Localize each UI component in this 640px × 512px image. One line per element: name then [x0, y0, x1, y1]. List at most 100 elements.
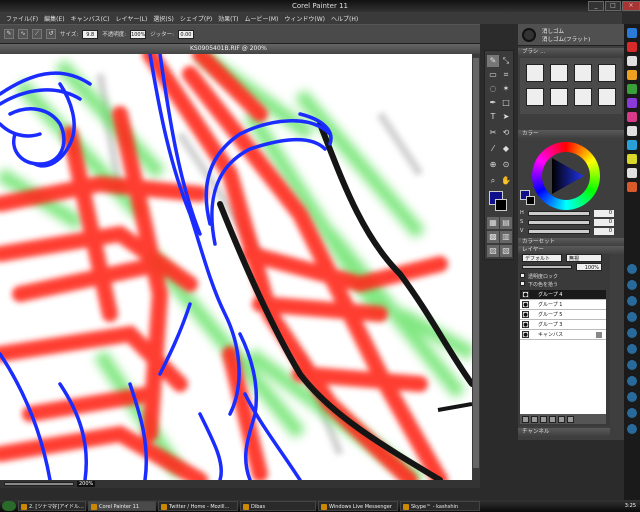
gadget-icon[interactable] — [627, 344, 637, 354]
color-panel-secondary-swatch[interactable] — [526, 196, 535, 205]
menu-window[interactable]: ウィンドウ(W) — [282, 14, 327, 23]
gadget-icon[interactable] — [627, 126, 637, 136]
hue-slider-track[interactable] — [528, 211, 590, 216]
gadget-icon[interactable] — [627, 140, 637, 150]
taskbar-item[interactable]: Windows Live Messenger — [318, 501, 398, 511]
stamp-icon[interactable]: ⊙ — [500, 159, 512, 171]
hue-value[interactable]: 0 — [594, 210, 614, 217]
secondary-color-swatch[interactable] — [495, 199, 507, 211]
layer-options-icon[interactable] — [522, 415, 529, 423]
gadget-icon[interactable] — [627, 28, 637, 38]
rectangle-tool-icon[interactable]: □ — [500, 97, 512, 109]
gadget-icon[interactable] — [627, 154, 637, 164]
nozzle-selector-icon[interactable]: ▧ — [500, 245, 512, 257]
layer-row-group-4[interactable]: ● グループ 4 — [520, 290, 606, 300]
pick-up-color-option[interactable]: 下の色を拾う — [520, 281, 608, 290]
group-layers-icon[interactable] — [549, 415, 556, 423]
maximize-button[interactable]: □ — [605, 1, 621, 11]
taskbar-item[interactable]: Skype™ - kashshin — [400, 501, 480, 511]
value-slider-track[interactable] — [528, 229, 590, 234]
color-panel-header[interactable]: カラー — [518, 130, 624, 138]
dropper-tool-button[interactable]: ⤡ — [500, 55, 512, 67]
start-button[interactable] — [2, 501, 16, 511]
taskbar-clock[interactable]: 3:25 — [625, 500, 636, 512]
gadget-icon[interactable] — [627, 376, 637, 386]
look-selector-icon[interactable]: ▨ — [487, 245, 499, 257]
gadget-icon[interactable] — [627, 424, 637, 434]
crop-tool-icon[interactable]: ⌗ — [500, 69, 512, 81]
composite-method-select[interactable]: デフォルト — [522, 254, 562, 262]
layers-panel-header[interactable]: レイヤー — [518, 246, 624, 254]
brush-variant-label[interactable]: 消しゴム(フラット) — [542, 35, 590, 43]
gadget-icon[interactable] — [627, 168, 637, 178]
delete-layer-icon[interactable] — [567, 415, 574, 423]
eye-icon[interactable]: ● — [522, 321, 529, 328]
weave-selector-icon[interactable]: ▥ — [500, 231, 512, 243]
zoom-slider[interactable] — [4, 482, 74, 486]
gradient-selector-icon[interactable]: ▤ — [500, 217, 512, 229]
zoom-readout[interactable]: 200% — [77, 481, 96, 487]
menu-movie[interactable]: ムービー(M) — [243, 14, 281, 23]
reset-tool-icon[interactable]: ↺ — [46, 29, 56, 39]
text-tool-icon[interactable]: T — [487, 111, 499, 123]
magic-wand-icon[interactable]: ✶ — [500, 83, 512, 95]
eye-icon[interactable]: ● — [522, 291, 529, 298]
gadget-icon[interactable] — [627, 112, 637, 122]
gadget-icon[interactable] — [627, 328, 637, 338]
paint-bucket-icon[interactable]: ◆ — [500, 143, 512, 155]
gadget-icon[interactable] — [627, 56, 637, 66]
value-value[interactable]: 0 — [594, 228, 614, 235]
color-slider-value[interactable]: V 0 — [520, 228, 618, 235]
jitter-field[interactable]: 0.00 — [177, 29, 194, 39]
brush-variant-8[interactable] — [598, 88, 616, 106]
brushes-panel-header[interactable]: ブラシ ... — [518, 48, 624, 56]
gadget-icon[interactable] — [627, 182, 637, 192]
colorset-panel-header[interactable]: カラーセット — [518, 238, 624, 246]
menu-edit[interactable]: 編集(E) — [42, 14, 66, 23]
brush-variant-4[interactable] — [598, 64, 616, 82]
menu-canvas[interactable]: キャンバス(C) — [69, 14, 112, 23]
canvas-vertical-scrollbar[interactable] — [472, 54, 480, 480]
brush-variant-7[interactable] — [574, 88, 592, 106]
gadget-icon[interactable] — [627, 312, 637, 322]
dynamic-plugin-icon[interactable] — [531, 415, 538, 423]
preserve-transparency-checkbox[interactable] — [520, 273, 525, 278]
color-slider-saturation[interactable]: S 0 — [520, 219, 618, 226]
drawing-canvas[interactable] — [0, 54, 472, 480]
brush-variant-6[interactable] — [550, 88, 568, 106]
menu-shapes[interactable]: シェイプ(P) — [178, 14, 214, 23]
layer-row-canvas[interactable]: ● キャンバス — [520, 330, 606, 340]
saturation-slider-track[interactable] — [528, 220, 590, 225]
paper-selector-icon[interactable]: ▦ — [487, 217, 499, 229]
gadget-icon[interactable] — [627, 98, 637, 108]
saturation-triangle[interactable] — [542, 152, 590, 200]
gadget-icon[interactable] — [627, 42, 637, 52]
gadget-icon[interactable] — [627, 408, 637, 418]
layer-row-group-1[interactable]: ● グループ 1 — [520, 300, 606, 310]
gadget-icon[interactable] — [627, 70, 637, 80]
menu-help[interactable]: ヘルプ(H) — [329, 14, 360, 23]
cloner-icon[interactable]: ⊕ — [487, 159, 499, 171]
rotate-page-icon[interactable]: ⟲ — [500, 127, 512, 139]
minimize-button[interactable]: _ — [588, 1, 604, 11]
gadget-icon[interactable] — [627, 264, 637, 274]
brush-variant-5[interactable] — [526, 88, 544, 106]
taskbar-item[interactable]: Twitter / Home - Mozill... — [158, 501, 238, 511]
eyedropper-icon[interactable]: ⁄ — [487, 143, 499, 155]
size-field[interactable]: 9.8 — [82, 29, 99, 39]
color-wheel[interactable] — [532, 142, 600, 210]
menu-select[interactable]: 選択(S) — [151, 14, 176, 23]
color-slider-hue[interactable]: H 0 — [520, 210, 618, 217]
gadget-icon[interactable] — [627, 280, 637, 290]
vertical-scroll-thumb[interactable] — [473, 58, 479, 468]
pen-tool-icon[interactable]: ✒ — [487, 97, 499, 109]
gadget-icon[interactable] — [627, 296, 637, 306]
taskbar-item[interactable]: Corel Painter 11 — [88, 501, 156, 511]
close-button[interactable]: × — [622, 1, 640, 11]
menu-effects[interactable]: 効果(T) — [216, 14, 240, 23]
menu-file[interactable]: ファイル(F) — [4, 14, 40, 23]
gadget-icon[interactable] — [627, 84, 637, 94]
shape-selection-icon[interactable]: ➤ — [500, 111, 512, 123]
magnifier-icon[interactable]: ⌕ — [487, 175, 499, 187]
eye-icon[interactable]: ● — [522, 301, 529, 308]
